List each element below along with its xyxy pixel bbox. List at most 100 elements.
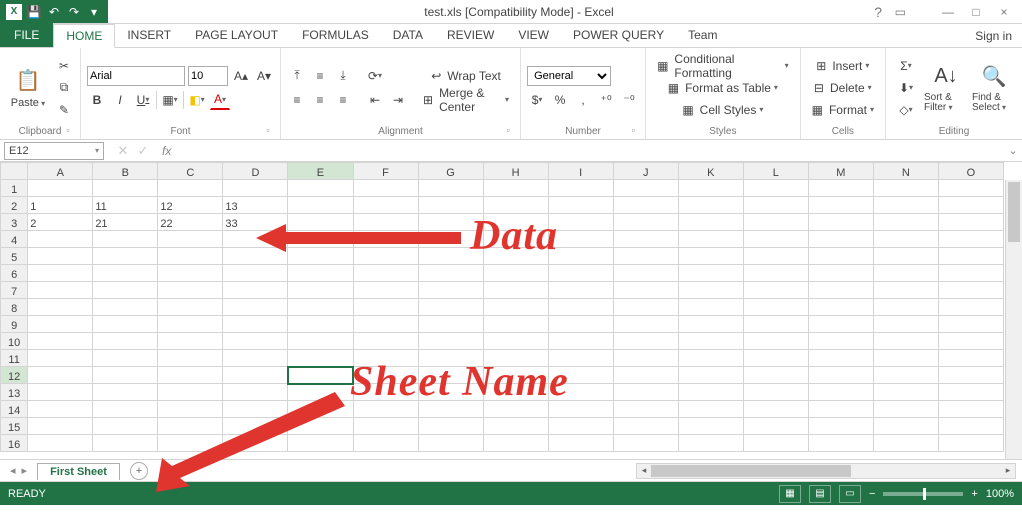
cell-H14[interactable] (483, 401, 548, 418)
cell-E11[interactable] (288, 350, 353, 367)
column-header-L[interactable]: L (743, 163, 808, 180)
cell-L6[interactable] (743, 265, 808, 282)
cell-I12[interactable] (548, 367, 613, 384)
align-center-button[interactable]: ≡ (310, 90, 330, 110)
spreadsheet-grid[interactable]: ABCDEFGHIJKLMNO1211112133221223345678910… (0, 162, 1022, 460)
cell-E7[interactable] (288, 282, 353, 299)
cell-B15[interactable] (93, 418, 158, 435)
cell-G12[interactable] (418, 367, 483, 384)
cell-G6[interactable] (418, 265, 483, 282)
cell-F10[interactable] (353, 333, 418, 350)
column-header-K[interactable]: K (678, 163, 743, 180)
cell-K15[interactable] (678, 418, 743, 435)
enter-formula-button[interactable]: ✓ (134, 143, 152, 159)
cell-J6[interactable] (613, 265, 678, 282)
cell-G3[interactable] (418, 214, 483, 231)
cell-C1[interactable] (158, 180, 223, 197)
sheet-tab-active[interactable]: First Sheet (37, 463, 120, 480)
cell-F6[interactable] (353, 265, 418, 282)
cell-H16[interactable] (483, 435, 548, 452)
cell-H15[interactable] (483, 418, 548, 435)
cell-J1[interactable] (613, 180, 678, 197)
cell-C16[interactable] (158, 435, 223, 452)
cell-F5[interactable] (353, 248, 418, 265)
cell-N13[interactable] (873, 384, 938, 401)
zoom-in-button[interactable]: + (971, 488, 977, 500)
cell-G14[interactable] (418, 401, 483, 418)
cell-C3[interactable]: 22 (158, 214, 223, 231)
cell-N2[interactable] (873, 197, 938, 214)
cell-D7[interactable] (223, 282, 288, 299)
cell-O11[interactable] (938, 350, 1003, 367)
cell-N10[interactable] (873, 333, 938, 350)
cell-A5[interactable] (28, 248, 93, 265)
cell-F2[interactable] (353, 197, 418, 214)
cell-B9[interactable] (93, 316, 158, 333)
cell-I16[interactable] (548, 435, 613, 452)
cell-H10[interactable] (483, 333, 548, 350)
cell-K9[interactable] (678, 316, 743, 333)
cell-F8[interactable] (353, 299, 418, 316)
cell-I5[interactable] (548, 248, 613, 265)
decrease-indent-button[interactable]: ⇤ (365, 90, 385, 110)
row-header-12[interactable]: 12 (1, 367, 28, 384)
cell-I15[interactable] (548, 418, 613, 435)
cell-N15[interactable] (873, 418, 938, 435)
cell-K8[interactable] (678, 299, 743, 316)
tab-view[interactable]: VIEW (506, 23, 561, 47)
cell-H11[interactable] (483, 350, 548, 367)
minimize-button[interactable]: — (938, 5, 958, 19)
cell-F16[interactable] (353, 435, 418, 452)
column-header-O[interactable]: O (938, 163, 1003, 180)
decrease-decimal-button[interactable]: ⁻⁰ (619, 90, 639, 110)
cell-L11[interactable] (743, 350, 808, 367)
cell-D15[interactable] (223, 418, 288, 435)
cell-J16[interactable] (613, 435, 678, 452)
cell-H12[interactable] (483, 367, 548, 384)
cell-M16[interactable] (808, 435, 873, 452)
column-header-M[interactable]: M (808, 163, 873, 180)
cell-G15[interactable] (418, 418, 483, 435)
column-header-N[interactable]: N (873, 163, 938, 180)
cell-J15[interactable] (613, 418, 678, 435)
cell-E12[interactable] (288, 367, 353, 384)
hscroll-right[interactable]: ▸ (1001, 464, 1015, 478)
cell-F1[interactable] (353, 180, 418, 197)
cell-I2[interactable] (548, 197, 613, 214)
cell-E15[interactable] (288, 418, 353, 435)
font-name-combo[interactable] (87, 66, 185, 86)
cell-M9[interactable] (808, 316, 873, 333)
decrease-font-button[interactable]: A▾ (254, 66, 274, 86)
cell-M15[interactable] (808, 418, 873, 435)
font-dialog-launcher[interactable]: ▫ (262, 125, 274, 137)
cell-K16[interactable] (678, 435, 743, 452)
cell-J2[interactable] (613, 197, 678, 214)
cell-A1[interactable] (28, 180, 93, 197)
cell-K11[interactable] (678, 350, 743, 367)
font-size-combo[interactable] (188, 66, 228, 86)
cell-I1[interactable] (548, 180, 613, 197)
cell-H5[interactable] (483, 248, 548, 265)
cell-O13[interactable] (938, 384, 1003, 401)
excel-app-icon[interactable]: X (6, 4, 22, 20)
cell-M2[interactable] (808, 197, 873, 214)
cell-E5[interactable] (288, 248, 353, 265)
vertical-scrollbar[interactable] (1005, 180, 1022, 459)
cell-B16[interactable] (93, 435, 158, 452)
cell-B6[interactable] (93, 265, 158, 282)
cell-I11[interactable] (548, 350, 613, 367)
cell-O5[interactable] (938, 248, 1003, 265)
cell-G4[interactable] (418, 231, 483, 248)
tab-file[interactable]: FILE (0, 23, 53, 47)
cut-button[interactable]: ✂ (54, 56, 74, 76)
cell-K6[interactable] (678, 265, 743, 282)
cell-D3[interactable]: 33 (223, 214, 288, 231)
row-header-6[interactable]: 6 (1, 265, 28, 282)
cell-I8[interactable] (548, 299, 613, 316)
sign-in-link[interactable]: Sign in (965, 25, 1022, 47)
ribbon-options-icon[interactable]: ▭ (895, 5, 906, 19)
cell-B4[interactable] (93, 231, 158, 248)
column-header-B[interactable]: B (93, 163, 158, 180)
cell-D2[interactable]: 13 (223, 197, 288, 214)
cell-C5[interactable] (158, 248, 223, 265)
